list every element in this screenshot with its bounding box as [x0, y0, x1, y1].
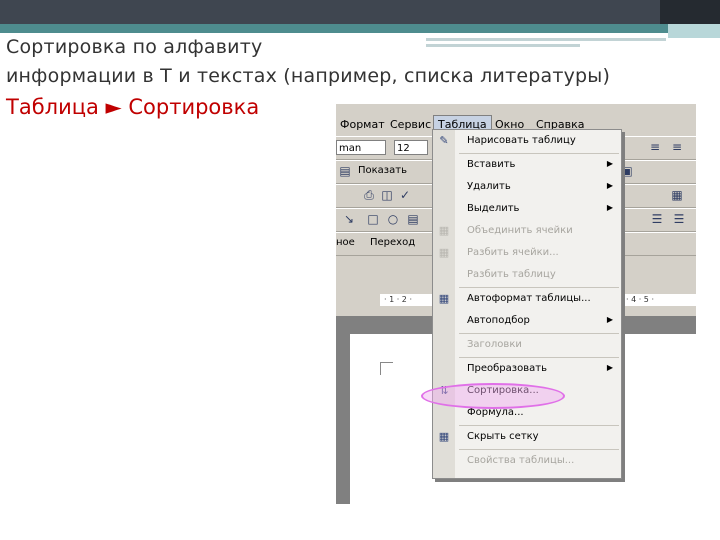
align-justify-icon[interactable]: ≡	[670, 141, 684, 153]
menu-item-convert[interactable]: Преобразовать ▶	[433, 358, 621, 380]
menu-item-hide-grid[interactable]: ▦ Скрыть сетку	[433, 426, 621, 448]
menu-item-label: Заголовки	[467, 339, 522, 350]
submenu-arrow-icon: ▶	[606, 363, 613, 372]
menu-item-label: Объединить ячейки	[467, 225, 573, 236]
menu-item-insert[interactable]: Вставить ▶	[433, 154, 621, 176]
slide-top-bar	[0, 0, 720, 24]
menu-service[interactable]: Сервис	[390, 118, 431, 131]
menu-format[interactable]: Формат	[340, 118, 385, 131]
submenu-arrow-icon: ▶	[606, 315, 613, 324]
ruler-marks-right: · 4 · 5 ·	[626, 295, 654, 304]
font-size-field[interactable]: 12	[394, 140, 428, 155]
menu-item-label: Разбить ячейки...	[467, 247, 559, 258]
menu-item-label: Вставить	[467, 159, 516, 170]
font-name-field[interactable]: man	[336, 140, 386, 155]
menu-item-select[interactable]: Выделить ▶	[433, 198, 621, 220]
menu-path-text: Таблица ► Сортировка	[6, 95, 260, 119]
textbox-icon[interactable]: ▤	[406, 213, 420, 225]
spelling-icon[interactable]: ✓	[398, 189, 412, 201]
menu-item-label: Скрыть сетку	[467, 431, 539, 442]
menu-item-draw-table[interactable]: ✎ Нарисовать таблицу	[433, 130, 621, 152]
show-label[interactable]: Показать	[358, 165, 407, 176]
slide-top-dark-block	[660, 0, 720, 24]
split-cells-icon: ▦	[438, 246, 450, 259]
list-icon[interactable]: ☰	[672, 213, 686, 225]
menu-item-label: Свойства таблицы...	[467, 455, 575, 466]
doc-map-icon[interactable]: ▤	[338, 165, 352, 177]
menu-item-label: Автоформат таблицы...	[467, 293, 591, 304]
merge-cells-icon: ▦	[438, 224, 450, 237]
slide-title-line-2: информации в Т и текстах (например, спис…	[6, 65, 611, 87]
word-screenshot: Формат Сервис Таблица Окно Справка man 1…	[336, 104, 696, 504]
slide-decor-line	[426, 44, 580, 47]
menu-item-split-cells[interactable]: ▦ Разбить ячейки...	[433, 242, 621, 264]
menu-item-label: Разбить таблицу	[467, 269, 556, 280]
ruler-marks-left: · 1 · 2 ·	[384, 295, 412, 304]
submenu-arrow-icon: ▶	[606, 159, 613, 168]
menu-item-delete[interactable]: Удалить ▶	[433, 176, 621, 198]
slide-top-light-block	[668, 24, 720, 38]
menu-item-table-properties[interactable]: Свойства таблицы...	[433, 450, 621, 472]
print-icon[interactable]: ⎙	[362, 189, 376, 201]
menu-item-split-table[interactable]: Разбить таблицу	[433, 264, 621, 286]
review-label[interactable]: ное	[336, 237, 355, 248]
menu-item-label: Преобразовать	[467, 363, 547, 374]
preview-icon[interactable]: ◫	[380, 189, 394, 201]
slide-decor-line	[426, 38, 666, 41]
page-corner-mark	[380, 362, 393, 375]
arrow-icon[interactable]: ↘	[342, 213, 356, 225]
menu-item-label: Удалить	[467, 181, 511, 192]
menu-item-merge-cells[interactable]: ▦ Объединить ячейки	[433, 220, 621, 242]
slide-top-teal-bar	[0, 24, 720, 33]
table-menu: ✎ Нарисовать таблицу Вставить ▶ Удалить …	[432, 129, 622, 479]
line-spacing-icon[interactable]: ☰	[650, 213, 664, 225]
slide-title-line-1: Сортировка по алфавиту	[6, 36, 263, 58]
oval-icon[interactable]: ○	[386, 213, 400, 225]
menu-item-autoformat[interactable]: ▦ Автоформат таблицы...	[433, 288, 621, 310]
menu-item-autofit[interactable]: Автоподбор ▶	[433, 310, 621, 332]
borders-icon[interactable]: ▣	[620, 165, 634, 177]
menu-item-label: Нарисовать таблицу	[467, 135, 576, 146]
autoformat-icon: ▦	[438, 292, 450, 305]
pencil-icon: ✎	[439, 134, 449, 147]
align-center-icon[interactable]: ≡	[648, 141, 662, 153]
menu-item-label: Выделить	[467, 203, 520, 214]
submenu-arrow-icon: ▶	[606, 181, 613, 190]
sort-highlight-ellipse	[421, 383, 565, 409]
rectangle-icon[interactable]: □	[366, 213, 380, 225]
grid-icon: ▦	[438, 430, 450, 443]
table-insert-icon[interactable]: ▦	[670, 189, 684, 201]
submenu-arrow-icon: ▶	[606, 203, 613, 212]
go-label[interactable]: Переход	[370, 237, 415, 248]
menu-item-label: Автоподбор	[467, 315, 530, 326]
menu-item-headings[interactable]: Заголовки	[433, 334, 621, 356]
